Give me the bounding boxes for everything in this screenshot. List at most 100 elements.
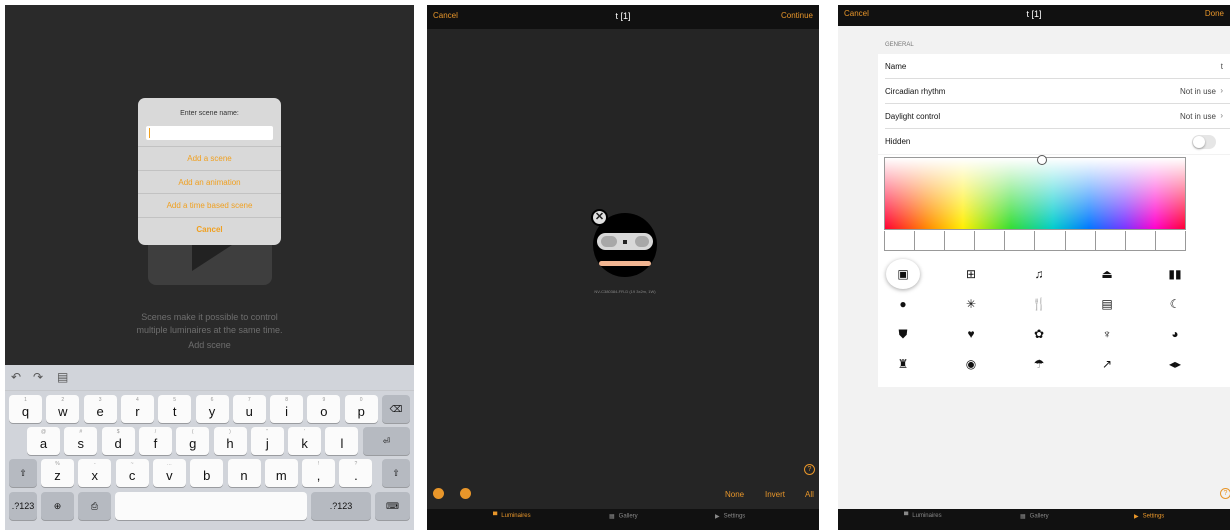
dumbbell-icon[interactable]: ◂▸ <box>1158 349 1192 379</box>
book-icon[interactable]: ▮▮ <box>1158 259 1192 289</box>
key-period[interactable]: ?. <box>339 459 373 487</box>
tab-luminaires[interactable]: ▀ Luminaires <box>904 513 942 526</box>
help-icon[interactable]: ? <box>804 464 815 475</box>
tab-gallery[interactable]: ▦ Gallery <box>1020 513 1049 526</box>
key-l[interactable]: l <box>325 427 359 455</box>
dialog-cancel-button[interactable]: Cancel <box>138 216 281 241</box>
select-all-button[interactable]: All <box>805 490 814 499</box>
music-note-icon[interactable]: ♫ <box>1022 259 1056 289</box>
dictation-key[interactable]: ⎙ <box>78 492 111 520</box>
key-comma[interactable]: !, <box>302 459 336 487</box>
done-button[interactable]: Done <box>1205 9 1224 18</box>
key-s[interactable]: # s <box>64 427 98 455</box>
swatch[interactable] <box>885 231 915 250</box>
heart-icon[interactable]: ♥ <box>954 319 988 349</box>
group-b-button[interactable] <box>460 488 471 499</box>
shift-left-key[interactable]: ⇧ <box>9 459 37 487</box>
tab-gallery[interactable]: ▦ Gallery <box>609 513 638 526</box>
key-g[interactable]: (g <box>176 427 210 455</box>
swatch[interactable] <box>1064 231 1095 250</box>
swatch[interactable] <box>1154 231 1185 250</box>
gift-icon[interactable]: ✿ <box>1022 319 1056 349</box>
tab-settings[interactable]: ▶ Settings <box>715 513 745 526</box>
key-k[interactable]: ' k <box>288 427 322 455</box>
umbrella-icon[interactable]: ☂ <box>1022 349 1056 379</box>
name-value[interactable]: t <box>1221 62 1223 71</box>
numbers-key-left[interactable]: .?123 <box>9 492 37 520</box>
swatch[interactable] <box>1004 231 1035 250</box>
key-x[interactable]: -x <box>78 459 112 487</box>
group-a-button[interactable] <box>433 488 444 499</box>
shift-right-key[interactable]: ⇧ <box>382 459 410 487</box>
undo-icon[interactable]: ↶ <box>11 370 21 384</box>
globe-key[interactable]: ⊕ <box>41 492 74 520</box>
key-h[interactable]: ) h <box>213 427 247 455</box>
mask-icon[interactable]: ⛊ <box>886 319 920 349</box>
add-animation-button[interactable]: Add an animation <box>138 169 281 194</box>
paste-icon[interactable]: ▤ <box>57 370 68 384</box>
circadian-row[interactable]: Circadian rhythm Not in use › <box>885 79 1230 104</box>
bed-icon[interactable]: ▤ <box>1090 289 1124 319</box>
clock-icon[interactable]: ● <box>886 289 920 319</box>
key-f[interactable]: / f <box>138 427 172 455</box>
hidden-toggle[interactable] <box>1192 135 1216 149</box>
scene-name-input[interactable] <box>146 126 273 140</box>
key-b[interactable]: b <box>190 459 224 487</box>
add-scene-link[interactable]: Add scene <box>5 339 414 352</box>
redo-icon[interactable]: ↷ <box>33 370 43 384</box>
key-p[interactable]: 0p <box>344 395 378 423</box>
select-invert-button[interactable]: Invert <box>765 490 785 499</box>
add-time-based-scene-button[interactable]: Add a time based scene <box>138 193 281 217</box>
help-icon[interactable]: ? <box>1220 488 1230 499</box>
numbers-key-right[interactable]: .?123 <box>311 492 371 520</box>
key-m[interactable]: m <box>264 459 298 487</box>
key-w[interactable]: 2w <box>46 395 80 423</box>
key-u[interactable]: 7u <box>232 395 266 423</box>
key-n[interactable]: n <box>227 459 261 487</box>
key-t[interactable]: 5t <box>158 395 192 423</box>
return-key[interactable]: ⏎ <box>363 427 410 455</box>
location-pin-icon[interactable]: ◉ <box>954 349 988 379</box>
palette-icon[interactable]: ◕ <box>1158 319 1192 349</box>
presentation-icon[interactable]: ⊞ <box>954 259 988 289</box>
daylight-row[interactable]: Daylight control Not in use › <box>885 104 1230 129</box>
hammer-icon[interactable]: ↗ <box>1090 349 1124 379</box>
swatch[interactable] <box>1094 231 1125 250</box>
ship-icon[interactable]: ⏏ <box>1090 259 1124 289</box>
key-q[interactable]: 1q <box>9 395 42 423</box>
key-e[interactable]: 3e <box>83 395 117 423</box>
select-none-button[interactable]: None <box>725 490 744 499</box>
key-r[interactable]: 4r <box>120 395 154 423</box>
film-icon[interactable]: ▣ <box>886 259 920 289</box>
key-j[interactable]: " j <box>250 427 284 455</box>
key-c[interactable]: ~ c <box>115 459 149 487</box>
person-icon[interactable]: ♜ <box>886 349 920 379</box>
color-picker-handle[interactable] <box>1037 155 1047 165</box>
tab-luminaires[interactable]: ▀ Luminaires <box>493 513 531 526</box>
swatch[interactable] <box>944 231 975 250</box>
sun-icon[interactable]: ✳ <box>954 289 988 319</box>
swatch[interactable] <box>914 231 945 250</box>
key-a[interactable]: @ a <box>27 427 60 455</box>
hide-keyboard-key[interactable]: ⌨ <box>375 492 410 520</box>
key-y[interactable]: 6y <box>195 395 229 423</box>
add-scene-button[interactable]: Add a scene <box>138 146 281 170</box>
swatch[interactable] <box>974 231 1005 250</box>
backspace-key[interactable]: ⌫ <box>382 395 410 423</box>
remove-luminaire-icon[interactable]: ✕ <box>591 209 608 226</box>
swatch[interactable] <box>1124 231 1155 250</box>
cutlery-icon[interactable]: 🍴 <box>1022 289 1056 319</box>
key-i[interactable]: 8i <box>270 395 304 423</box>
name-row[interactable]: Name t <box>885 54 1230 79</box>
swatch[interactable] <box>1034 231 1065 250</box>
key-z[interactable]: % z <box>41 459 74 487</box>
key-o[interactable]: 9o <box>307 395 341 423</box>
wine-glass-icon[interactable]: ♆ <box>1090 319 1124 349</box>
space-key[interactable] <box>115 492 307 520</box>
moon-icon[interactable]: ☾ <box>1158 289 1192 319</box>
color-spectrum[interactable] <box>884 155 1186 230</box>
key-d[interactable]: $ d <box>101 427 135 455</box>
continue-button[interactable]: Continue <box>781 11 813 20</box>
key-v[interactable]: … v <box>152 459 186 487</box>
tab-settings[interactable]: ▶ Settings <box>1134 513 1164 526</box>
